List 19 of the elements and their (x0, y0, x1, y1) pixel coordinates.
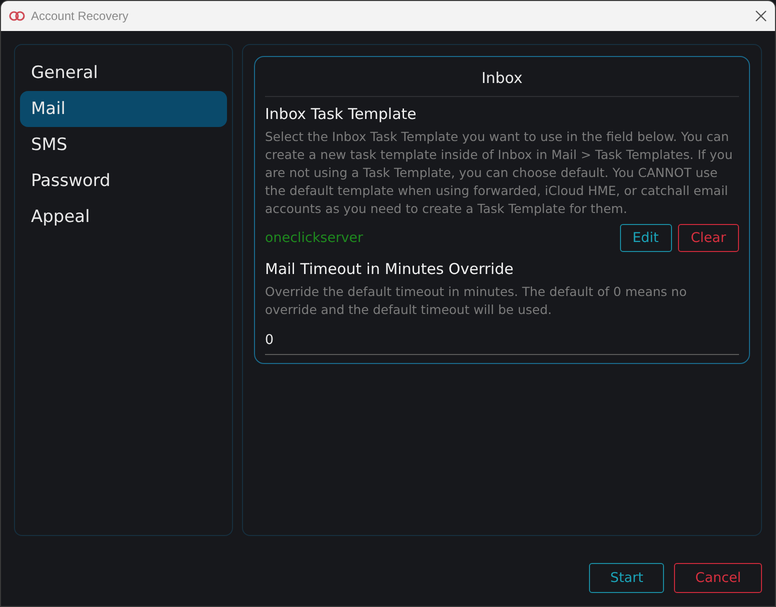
action-button[interactable]: Start (589, 563, 664, 593)
cancel-button[interactable]: Cancel (674, 563, 762, 593)
section-heading: Mail Timeout in Minutes Override (265, 260, 514, 278)
cancel-button[interactable]: Clear (678, 224, 739, 252)
close-icon[interactable] (755, 10, 767, 22)
section-description: Select the Inbox Task Template you want to use in the field below. You can create a new task template inside of Inbox in Mail > Task Templates. If you are not using a Task Template, you can choose default. You CANNOT use the default template when using forwarded, iCloud HME, or catchall email accounts as you need to create a Task Template for them. (265, 128, 734, 218)
action-button[interactable]: Edit (620, 224, 672, 252)
section-heading: Inbox Task Template (265, 105, 418, 123)
sidebar-item[interactable]: Appeal (20, 199, 227, 235)
input-field[interactable]: 0 (265, 328, 739, 355)
sidebar-item[interactable]: Password (20, 163, 227, 199)
sidebar-item[interactable]: Mail (20, 91, 227, 127)
sidebar-item[interactable]: SMS (20, 127, 227, 163)
window-title: Account Recovery (31, 9, 128, 23)
section-description: Override the default timeout in minutes. The default of 0 means no override and the default timeout will be used. (265, 283, 688, 319)
sidebar-item[interactable]: General (20, 55, 227, 91)
template-value: oneclickserver (265, 230, 364, 246)
card-title: Inbox (265, 69, 739, 97)
app-icon (9, 10, 25, 22)
